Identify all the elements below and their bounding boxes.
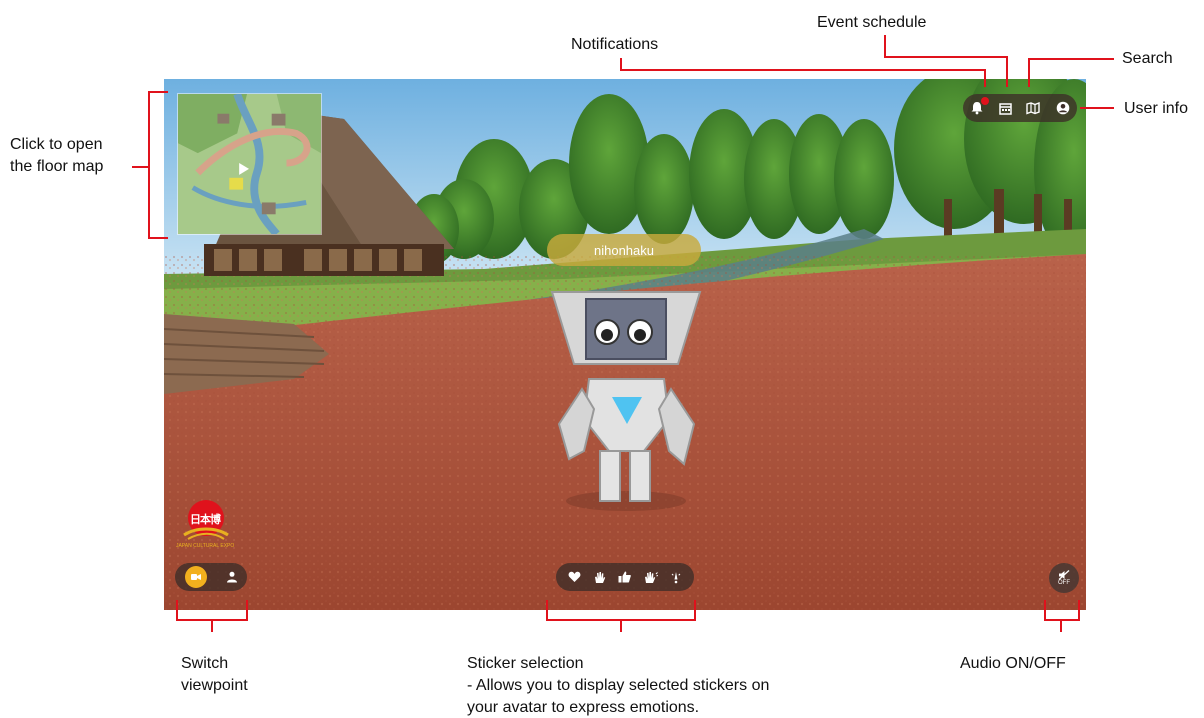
floor-map-annotation-line1: Click to open (10, 136, 103, 153)
bell-icon[interactable]: 1 (970, 97, 990, 115)
notifications-leader-line-h (620, 69, 986, 71)
user-circle-icon[interactable] (1056, 101, 1070, 115)
user-info-leader (1080, 107, 1114, 109)
search-leader-v (1028, 58, 1030, 87)
heart-icon[interactable] (568, 571, 581, 583)
top-toolbar: 1 (963, 94, 1077, 122)
audio-state-label: OFF (1058, 579, 1070, 586)
switch-viewpoint-annotation-line1: Switch (181, 655, 229, 672)
viewpoint-switch (175, 563, 247, 591)
player-nametag: nihonhaku (547, 234, 701, 266)
user-info-annotation: User info (1124, 100, 1189, 117)
speaker-off-icon (1058, 569, 1070, 580)
viewpoint-leader (211, 619, 213, 632)
sticker-annotation-line1: Sticker selection (467, 655, 584, 672)
floor-map-annotation-line2: the floor map (10, 158, 104, 175)
sticker-annotation-line2: - Allows you to display selected sticker… (467, 677, 770, 694)
sticker-bracket-right (694, 600, 696, 621)
viewpoint-bracket-right (246, 600, 248, 621)
exclamation-icon[interactable] (670, 571, 682, 584)
search-annotation: Search (1122, 50, 1173, 67)
event-schedule-annotation: Event schedule (817, 14, 927, 31)
audio-bracket-bottom (1044, 619, 1080, 621)
sticker-bracket-left (546, 600, 548, 621)
camera-icon[interactable] (184, 566, 207, 588)
sticker-leader (620, 619, 622, 632)
japan-cultural-expo-logo: 日本博 JAPAN CULTURAL EXPO (176, 499, 250, 551)
notifications-leader-line-v (984, 69, 986, 87)
calendar-icon[interactable] (999, 102, 1012, 115)
event-schedule-leader-v2 (1006, 56, 1008, 87)
game-viewport[interactable]: nihonhaku 1 日本博 JAPAN CULTURAL EXPO (164, 79, 1086, 610)
clap-hands-icon[interactable] (644, 571, 658, 584)
thumbs-up-icon[interactable] (618, 571, 632, 583)
audio-annotation: Audio ON/OFF (960, 655, 1066, 672)
floor-map-bracket-v (148, 91, 150, 239)
logo-text: 日本博 (190, 514, 221, 526)
search-leader-h (1030, 58, 1114, 60)
audio-toggle-button[interactable]: OFF (1049, 563, 1079, 593)
audio-bracket-left (1044, 600, 1046, 621)
floor-map-thumbnail[interactable] (177, 93, 322, 235)
floor-map-bracket-top (148, 91, 168, 93)
wave-hand-icon[interactable] (593, 571, 606, 584)
audio-bracket-right (1078, 600, 1080, 621)
switch-viewpoint-annotation-line2: viewpoint (181, 677, 248, 694)
event-schedule-leader-h (884, 56, 1008, 58)
notifications-annotation: Notifications (571, 36, 659, 53)
viewpoint-bracket-left (176, 600, 178, 621)
audio-leader (1060, 619, 1062, 632)
floor-map-leader-h (132, 166, 148, 168)
event-schedule-leader-v1 (884, 35, 886, 57)
notification-badge: 1 (981, 97, 990, 105)
sticker-annotation-line3: your avatar to express emotions. (467, 699, 700, 716)
logo-subtext: JAPAN CULTURAL EXPO (176, 543, 235, 549)
floor-map-bracket-bottom (148, 237, 168, 239)
person-icon[interactable] (226, 571, 238, 583)
map-search-icon[interactable] (1026, 101, 1041, 115)
sticker-bar (556, 563, 694, 591)
